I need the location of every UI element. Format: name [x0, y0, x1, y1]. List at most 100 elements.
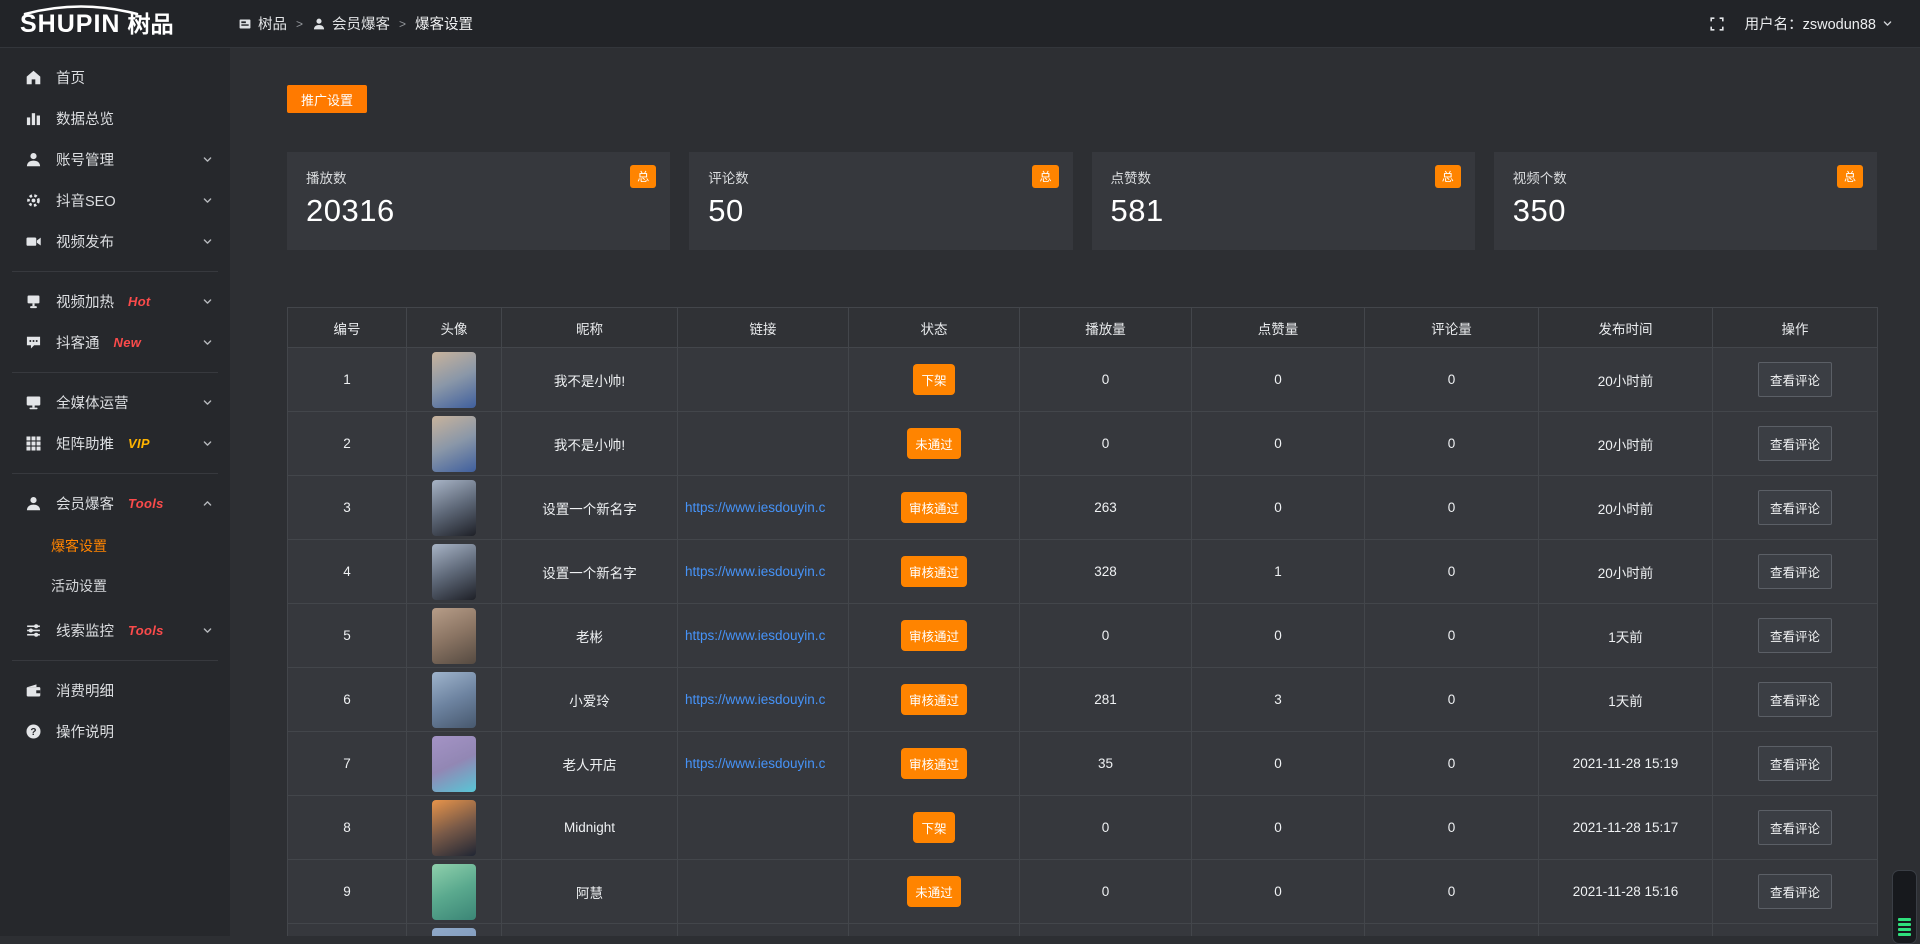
sidebar-item-label: 消费明细 [56, 680, 114, 701]
sidebar-item-tag: VIP [128, 436, 150, 451]
apps-icon [238, 17, 252, 31]
sidebar-subitem[interactable]: 爆客设置 [0, 526, 230, 566]
cell-likes: 0 [1192, 476, 1365, 540]
video-link[interactable]: https://www.iesdouyin.c [678, 564, 848, 579]
video-link[interactable]: https://www.iesdouyin.c [678, 692, 848, 707]
view-comments-button[interactable]: 查看评论 [1758, 810, 1832, 845]
gear-icon [24, 192, 42, 209]
sidebar-item[interactable]: 账号管理 [0, 139, 230, 180]
main-content: 推广设置 播放数 20316 总 评论数 50 总 点赞数 581 总 视频个数… [230, 48, 1920, 936]
cell-comments: 0 [1365, 348, 1539, 412]
table-header-cell: 发布时间 [1539, 308, 1713, 348]
stat-card-plays: 播放数 20316 总 [287, 152, 670, 250]
chevron-up-icon [201, 497, 214, 510]
cell-time [1539, 924, 1713, 937]
cell-action [1713, 924, 1878, 937]
sidebar-divider [12, 473, 218, 474]
table-header-cell: 点赞量 [1192, 308, 1365, 348]
cell-likes: 0 [1192, 732, 1365, 796]
cell-action: 查看评论 [1713, 604, 1878, 668]
table-header-cell: 链接 [678, 308, 849, 348]
sidebar-item[interactable]: 首页 [0, 57, 230, 98]
sidebar-item-tag: Tools [128, 623, 164, 638]
avatar [432, 672, 476, 728]
cell-comments: 0 [1365, 860, 1539, 924]
cell-plays: 0 [1020, 348, 1192, 412]
sidebar-item-tag: New [114, 335, 142, 350]
video-link[interactable]: https://www.iesdouyin.c [678, 756, 848, 771]
sidebar-item[interactable]: 全媒体运营 [0, 382, 230, 423]
sidebar-item[interactable]: 线索监控Tools [0, 610, 230, 651]
widget-bar [1898, 918, 1911, 921]
cell-plays: 35 [1020, 732, 1192, 796]
view-comments-button[interactable]: 查看评论 [1758, 426, 1832, 461]
cell-comments: 0 [1365, 732, 1539, 796]
sidebar-item[interactable]: 矩阵助推VIP [0, 423, 230, 464]
view-comments-button[interactable]: 查看评论 [1758, 682, 1832, 717]
view-comments-button[interactable]: 查看评论 [1758, 618, 1832, 653]
avatar [432, 928, 476, 937]
view-comments-button[interactable]: 查看评论 [1758, 490, 1832, 525]
chevron-down-icon [1881, 17, 1894, 30]
sidebar-item[interactable]: 抖音SEO [0, 180, 230, 221]
table-header-row: 编号头像昵称链接状态播放量点赞量评论量发布时间操作 [288, 308, 1878, 348]
stat-value: 581 [1111, 193, 1456, 229]
video-link[interactable]: https://www.iesdouyin.c [678, 500, 848, 515]
table-row: 4设置一个新名字https://www.iesdouyin.c审核通过32810… [288, 540, 1878, 604]
cell-nickname: 小爱玲 [502, 668, 678, 732]
cell-action: 查看评论 [1713, 732, 1878, 796]
view-comments-button[interactable]: 查看评论 [1758, 362, 1832, 397]
cell-action: 查看评论 [1713, 412, 1878, 476]
table-row: 8Midnight下架0002021-11-28 15:17查看评论 [288, 796, 1878, 860]
sidebar-item[interactable]: 会员爆客Tools [0, 483, 230, 524]
user-icon [24, 151, 42, 168]
cell-time: 20小时前 [1539, 348, 1713, 412]
sidebar-item[interactable]: 数据总览 [0, 98, 230, 139]
breadcrumb-item[interactable]: 树品 [238, 13, 287, 34]
breadcrumb-item[interactable]: 会员爆客 [312, 13, 390, 34]
cell-time: 20小时前 [1539, 412, 1713, 476]
chevron-down-icon [201, 624, 214, 637]
sidebar-item-label: 首页 [56, 67, 85, 88]
cell-avatar [407, 796, 502, 860]
cell-status: 审核通过 [849, 668, 1020, 732]
cell-link [678, 796, 849, 860]
video-link[interactable]: https://www.iesdouyin.c [678, 628, 848, 643]
cell-likes [1192, 924, 1365, 937]
help-icon: ? [24, 723, 42, 740]
view-comments-button[interactable]: 查看评论 [1758, 554, 1832, 589]
stat-label: 点赞数 [1111, 167, 1456, 187]
brand-logo: SHUPIN 树品 [0, 0, 230, 48]
videos-table-wrap: 编号头像昵称链接状态播放量点赞量评论量发布时间操作 1我不是小帅!下架00020… [287, 307, 1877, 936]
sidebar-item[interactable]: 抖客通New [0, 322, 230, 363]
total-badge: 总 [1032, 165, 1058, 188]
fullscreen-icon[interactable] [1709, 16, 1725, 32]
username-dropdown[interactable]: 用户名：zswodun88 [1745, 13, 1894, 34]
cell-link: https://www.iesdouyin.c [678, 668, 849, 732]
view-comments-button[interactable]: 查看评论 [1758, 746, 1832, 781]
cell-nickname: Midnight [502, 796, 678, 860]
sidebar-item-label: 数据总览 [56, 108, 114, 129]
cell-avatar [407, 860, 502, 924]
view-comments-button[interactable]: 查看评论 [1758, 874, 1832, 909]
status-badge: 审核通过 [901, 556, 967, 587]
grid-icon [24, 435, 42, 452]
promo-settings-button[interactable]: 推广设置 [287, 85, 367, 113]
sidebar-divider [12, 271, 218, 272]
sidebar: 首页数据总览账号管理抖音SEO视频发布视频加热Hot抖客通New 全媒体运营矩阵助… [0, 48, 230, 936]
total-badge: 总 [1435, 165, 1461, 188]
chevron-down-icon [201, 437, 214, 450]
cell-status: 下架 [849, 348, 1020, 412]
cell-avatar [407, 924, 502, 937]
sidebar-item[interactable]: 消费明细 [0, 670, 230, 711]
sidebar-item[interactable]: ?操作说明 [0, 711, 230, 752]
cell-plays: 0 [1020, 412, 1192, 476]
breadcrumb-separator: > [296, 17, 303, 31]
sidebar-item[interactable]: 视频加热Hot [0, 281, 230, 322]
sidebar-item[interactable]: 视频发布 [0, 221, 230, 262]
avatar [432, 800, 476, 856]
sidebar-subitem[interactable]: 活动设置 [0, 566, 230, 606]
cell-nickname: 老人开店 [502, 732, 678, 796]
sidebar-item-label: 账号管理 [56, 149, 114, 170]
cell-time: 1天前 [1539, 668, 1713, 732]
